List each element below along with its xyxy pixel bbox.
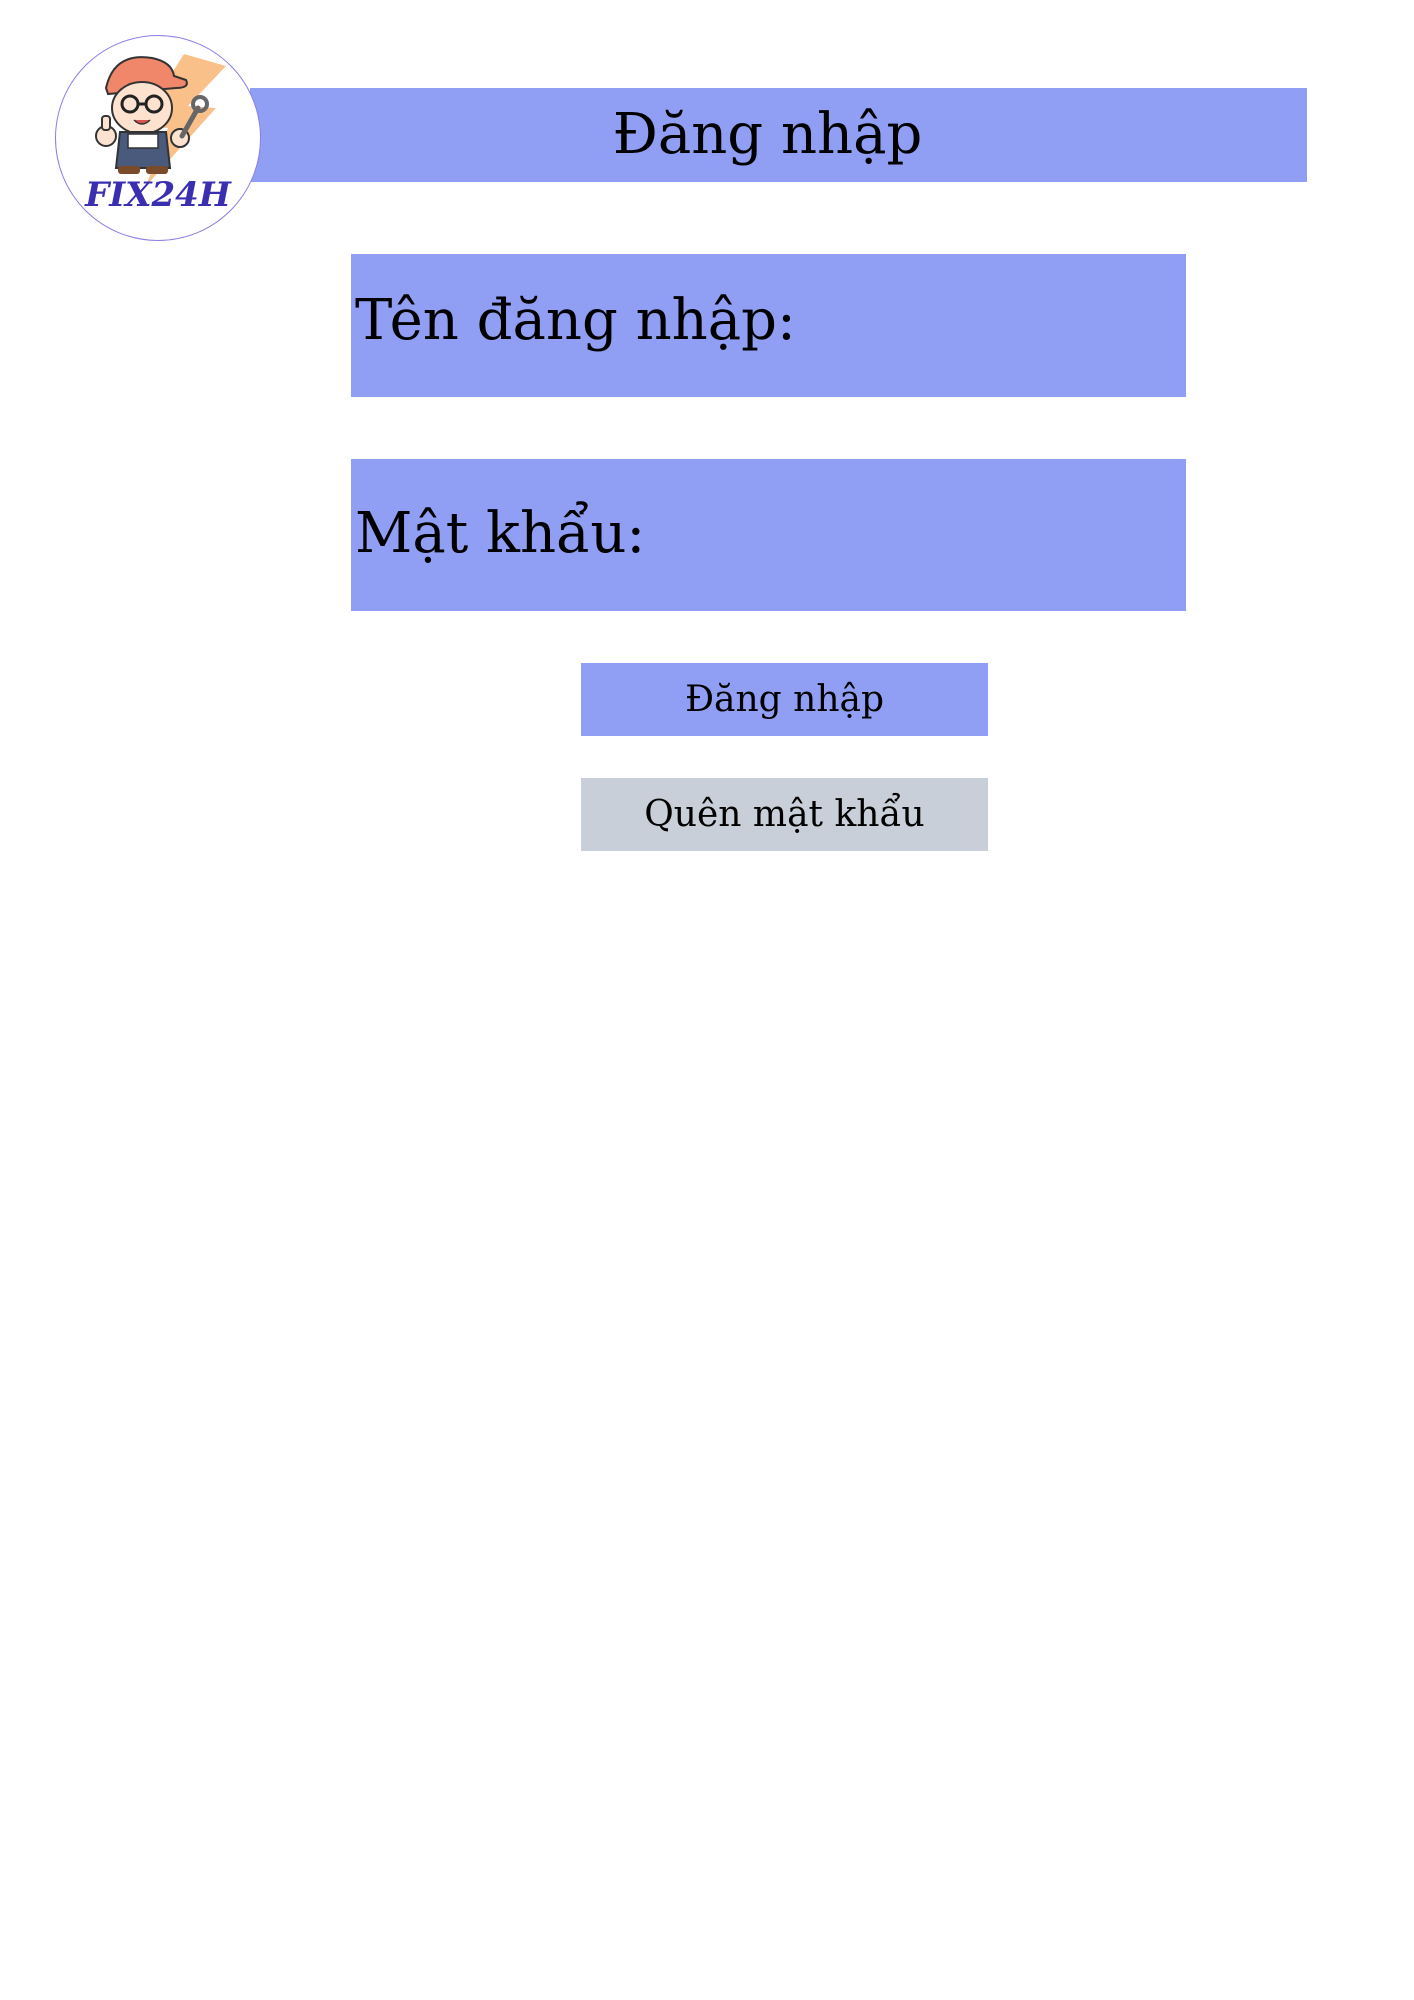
fix24h-logo: FIX24H <box>55 35 261 241</box>
password-label: Mật khẩu: <box>355 501 646 566</box>
username-label: Tên đăng nhập: <box>355 288 796 353</box>
password-field[interactable]: Mật khẩu: <box>351 459 1186 611</box>
mechanic-mascot-logo-icon: FIX24H <box>84 54 233 215</box>
username-field[interactable]: Tên đăng nhập: <box>351 254 1186 397</box>
page-title: Đăng nhập <box>612 102 923 167</box>
forgot-password-button[interactable]: Quên mật khẩu <box>581 778 988 851</box>
password-input[interactable] <box>991 469 1176 601</box>
username-input[interactable] <box>991 264 1176 387</box>
logo-brand-text: FIX24H <box>84 175 233 215</box>
header-bar: Đăng nhập <box>250 88 1307 182</box>
login-button[interactable]: Đăng nhập <box>581 663 988 736</box>
